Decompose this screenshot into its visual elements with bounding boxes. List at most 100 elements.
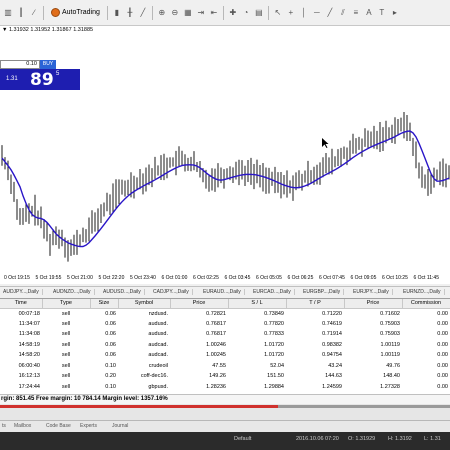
time-axis-label: 5 Oct 21:00	[67, 275, 93, 281]
time-axis-label: 6 Oct 05:05	[256, 275, 282, 281]
chart-line-icon[interactable]: ∕	[28, 7, 40, 19]
vertical-line-icon[interactable]: │	[298, 7, 310, 19]
table-cell: sell	[61, 331, 71, 338]
time-axis-label: 5 Oct 19:55	[35, 275, 62, 281]
chart-tab[interactable]: EURAUD...,Daily	[200, 289, 245, 295]
table-row[interactable]: 16:12:13 sell 0.20 coff-dec16. 149.26 151.50 1…	[0, 371, 450, 382]
chart-tab[interactable]: EURGBP...,Daily	[300, 289, 345, 295]
table-cell: sell	[61, 373, 71, 380]
trendline-icon[interactable]: ╱	[324, 7, 336, 19]
table-row[interactable]: 11:34:07 sell 0.06 audusd. 0.76817 0.77820 0.7…	[0, 319, 450, 330]
autotrading-button[interactable]: AutoTrading	[47, 6, 104, 20]
chart-candles-icon[interactable]: ┃	[15, 7, 27, 19]
table-row[interactable]: 14:58:20 sell 0.06 audcad. 1.00245 1.01720 0.9…	[0, 350, 450, 361]
table-cell: 0.75903	[380, 331, 400, 338]
price-bars-svg	[1, 111, 450, 262]
chart-tab[interactable]: AUDJPY...,Daily	[0, 289, 43, 295]
price-chart[interactable]: ▼ 1.31932 1.31952 1.31867 1.31885 0.10 B…	[0, 26, 450, 284]
chart-tab[interactable]: AUDNZD...,Daily	[50, 289, 95, 295]
chart-tabs-bar: AUDJPY...,Daily AUDNZD...,Daily AUDUSD...,…	[0, 286, 450, 298]
table-row[interactable]: 17:24:44 sell 0.10 gbpusd. 1.28236 1.29884 1.2…	[0, 382, 450, 393]
table-cell: 17:24:44	[18, 383, 40, 390]
table-cell: 11:34:08	[18, 331, 40, 338]
horizontal-line-icon[interactable]: ─	[311, 7, 323, 19]
table-cell: 00:07:18	[18, 310, 40, 317]
status-bar: Default 2016.10.06 07:20 O: 1.31929 H: 1…	[0, 432, 450, 450]
table-cell: crudeoil	[148, 362, 168, 369]
arrows-tool-icon[interactable]: ▸	[389, 7, 401, 19]
column-header[interactable]: Price	[344, 299, 403, 309]
candlestick-icon[interactable]: ╂	[124, 7, 136, 19]
tile-windows-icon[interactable]: ▦	[182, 7, 194, 19]
time-axis-label: 0 Oct 19:15	[4, 275, 30, 281]
line-chart-icon[interactable]: ╱	[137, 7, 149, 19]
time-axis-label: 6 Oct 10:25	[382, 275, 408, 281]
crosshair-icon[interactable]: +	[285, 7, 297, 19]
table-cell: sell	[61, 352, 71, 359]
table-cell: 148.40	[383, 373, 400, 380]
column-header[interactable]: S / L	[228, 299, 287, 309]
table-cell: 1.24599	[322, 383, 342, 390]
table-cell: 0.71914	[322, 331, 342, 338]
periods-icon[interactable]: ◔	[240, 7, 252, 19]
equidistant-channel-icon[interactable]: ⫽	[337, 7, 349, 19]
zoom-in-icon[interactable]: ⊕	[156, 7, 168, 19]
table-row[interactable]: 14:58:19 sell 0.06 audcad. 1.00246 1.01720 0.9…	[0, 340, 450, 351]
chart-bars-icon[interactable]: ▥	[2, 7, 14, 19]
indicators-icon[interactable]: ✚	[227, 7, 239, 19]
terminal-trade-panel: Time Type Size Symbol Price S / LT / P Price Co…	[0, 298, 450, 403]
chart-tab[interactable]: EURJPY...,Daily	[350, 289, 393, 295]
table-cell: 0.74619	[322, 320, 342, 327]
table-cell: 1.00246	[206, 341, 226, 348]
chart-shift-icon[interactable]: ⇥	[195, 7, 207, 19]
table-row[interactable]: 06:00:40 sell 0.10 crudeoil 47.55 52.04 43.24 4…	[0, 361, 450, 372]
time-axis-label: 6 Oct 06:25	[287, 275, 314, 281]
chart-tab[interactable]: CADJPY...,Daily	[150, 289, 193, 295]
terminal-tab[interactable]: Journal	[112, 423, 128, 429]
table-cell: audusd.	[148, 320, 168, 327]
time-axis-label: 6 Oct 03:45	[224, 275, 251, 281]
cursor-icon[interactable]: ↖	[272, 7, 284, 19]
terminal-bottom-tabs: ts Mailbox Code Base Experts Journal	[0, 420, 450, 432]
table-cell: 0.71220	[322, 310, 342, 317]
templates-icon[interactable]: ▤	[253, 7, 265, 19]
table-cell: 0.20	[105, 373, 116, 380]
terminal-tab[interactable]: Mailbox	[14, 423, 31, 429]
zoom-out-icon[interactable]: ⊖	[169, 7, 181, 19]
column-header[interactable]: Type	[42, 299, 91, 309]
text-tool-icon[interactable]: A	[363, 7, 375, 19]
table-cell: 47.55	[212, 362, 226, 369]
column-header[interactable]: Symbol	[118, 299, 171, 309]
table-row[interactable]: 11:34:08 sell 0.06 audusd. 0.76817 0.77833 0.7…	[0, 329, 450, 340]
table-row[interactable]: 00:07:18 sell 0.06 nzdusd. 0.72821 0.73849 0.7…	[0, 308, 450, 319]
fibonacci-icon[interactable]: ≡	[350, 7, 362, 19]
label-tool-icon[interactable]: T	[376, 7, 388, 19]
terminal-tab[interactable]: Code Base	[46, 423, 71, 429]
column-header[interactable]: Commission	[402, 299, 450, 309]
table-cell: 14:58:19	[18, 341, 40, 348]
time-axis-label: 6 Oct 02:25	[193, 275, 219, 281]
chart-tab[interactable]: AUDUSD...,Daily	[100, 289, 145, 295]
autotrading-icon	[51, 8, 60, 17]
table-cell: 144.63	[325, 373, 342, 380]
column-header[interactable]: T / P	[286, 299, 345, 309]
toolbar-divider	[151, 5, 153, 20]
autoscroll-icon[interactable]: ⇤	[208, 7, 220, 19]
table-cell: 0.98382	[322, 341, 342, 348]
column-header[interactable]: Price	[170, 299, 229, 309]
status-profile: Default	[234, 436, 252, 442]
time-axis-label: 6 Oct 11:45	[413, 275, 439, 281]
column-header[interactable]: Time	[0, 299, 43, 309]
time-axis-label: 6 Oct 01:00	[161, 275, 188, 281]
table-cell: audcad.	[148, 352, 168, 359]
bar-chart-icon[interactable]: ▮	[111, 7, 123, 19]
chart-tab[interactable]: EURCAD...,Daily	[250, 289, 295, 295]
table-cell: 0.72821	[206, 310, 226, 317]
terminal-tab[interactable]: Experts	[80, 423, 97, 429]
table-cell: coff-dec16.	[140, 373, 168, 380]
terminal-tab[interactable]: ts	[2, 423, 6, 429]
chart-tab[interactable]: EURNZD...,Daily	[400, 289, 445, 295]
column-header[interactable]: Size	[90, 299, 119, 309]
table-cell: 0.75903	[380, 320, 400, 327]
status-low: L: 1.31	[424, 436, 441, 442]
